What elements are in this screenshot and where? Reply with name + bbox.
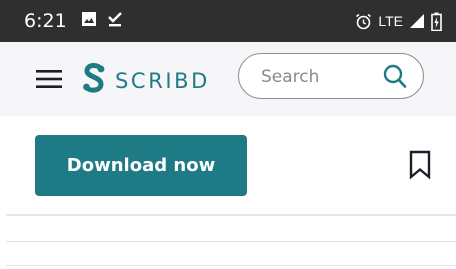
status-system-icons: LTE	[355, 12, 442, 31]
download-done-icon	[107, 10, 123, 33]
download-now-button[interactable]: Download now	[35, 135, 247, 196]
divider	[6, 214, 456, 216]
status-time: 6:21	[24, 10, 67, 32]
status-bar: 6:21 LTE	[0, 0, 456, 42]
site-header: SCRIBD	[0, 42, 456, 116]
scribd-logo-icon	[82, 62, 106, 99]
search-input[interactable]	[259, 64, 373, 90]
scribd-logo[interactable]: SCRIBD	[82, 62, 210, 99]
signal-icon	[409, 13, 425, 29]
divider	[6, 241, 456, 242]
bookmark-icon[interactable]	[409, 150, 431, 185]
network-type: LTE	[378, 13, 403, 29]
status-notification-icons	[81, 10, 123, 33]
search-icon[interactable]	[383, 64, 407, 94]
battery-icon	[431, 12, 442, 31]
logo-wordmark: SCRIBD	[115, 68, 210, 93]
alarm-icon	[355, 13, 372, 30]
menu-icon[interactable]	[36, 69, 62, 89]
search-box[interactable]	[238, 53, 424, 99]
image-icon	[81, 11, 97, 32]
divider	[6, 265, 456, 266]
